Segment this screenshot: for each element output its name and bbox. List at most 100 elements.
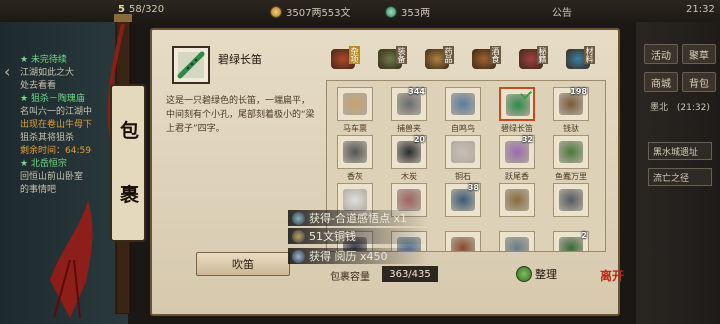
copper-coin-icon — [292, 229, 305, 243]
clock-value: 21:32 — [686, 4, 715, 15]
selected-item-description: 这是一只碧绿色的长笛，一端扁平，中间刻有个小孔，尾部刻着极小的“梁上君子”四字。 — [166, 96, 315, 134]
item-count: 20 — [413, 135, 425, 144]
item-slot[interactable]: 198 — [553, 87, 589, 121]
item-slot[interactable] — [499, 231, 535, 251]
item-name: 马车票 — [343, 124, 367, 133]
item-slot[interactable] — [445, 231, 481, 251]
item-slot[interactable]: 2 — [553, 231, 589, 251]
sort-label: 整理 — [535, 268, 557, 281]
reward-notice-text: 获得-合道感悟点 x1 — [309, 212, 407, 225]
charm-icon — [397, 189, 421, 211]
item-slot[interactable] — [337, 135, 373, 169]
tab-5[interactable]: 材料 — [561, 44, 595, 74]
task-item-1[interactable]: 流亡之径 — [648, 168, 712, 186]
item-count: 344 — [408, 87, 425, 96]
bag-button[interactable]: 背包 — [682, 72, 716, 92]
sort-button[interactable]: 整理 — [516, 264, 566, 284]
play-flute-label: 吹笛 — [232, 258, 254, 271]
incense-tail-icon — [505, 141, 529, 163]
tab-label: 杂项 — [349, 46, 360, 64]
gold-value: 353两 — [401, 8, 431, 19]
reward-notice: 获得 阅历 x450 — [288, 248, 428, 264]
tab-label: 材料 — [584, 46, 595, 64]
play-flute-button[interactable]: 吹笛 — [196, 252, 290, 276]
item-count: 2 — [581, 231, 587, 240]
task-item-0[interactable]: 黑水城遗址 — [648, 142, 712, 160]
silver-display: 3507两553文 — [270, 4, 351, 19]
item-slot[interactable] — [337, 87, 373, 121]
item-count: 32 — [521, 135, 533, 144]
collapse-arrow-icon[interactable]: ‹ — [4, 62, 10, 81]
gold-display: 353两 — [385, 4, 430, 19]
tab-1[interactable]: 装备 — [373, 44, 407, 74]
item-slot[interactable]: 38 — [445, 183, 481, 217]
activity-button[interactable]: 活动 — [644, 44, 678, 64]
item-slot[interactable] — [445, 135, 481, 169]
item-grid: 马车票 344 捕兽夹 自鸣鸟 碧绿长笛 198 钱驮 香灰 20 木炭 铜石 32 跃尾香 鱼蠹万里 38… — [326, 80, 606, 252]
cool-stone-icon — [505, 237, 529, 251]
item-name: 钱驮 — [563, 124, 579, 133]
task-label-0: 黑水城遗址 — [653, 147, 699, 158]
item-slot[interactable] — [499, 87, 535, 121]
item-slot[interactable] — [499, 183, 535, 217]
tab-label: 酒食 — [490, 46, 501, 64]
clock: 21:32 — [686, 4, 715, 15]
item-count: 38 — [467, 183, 479, 192]
item-slot[interactable] — [553, 183, 589, 217]
quest-log-line: 回恒山前山卧室 — [20, 172, 84, 182]
leave-stamp-button[interactable]: 离开 — [598, 270, 626, 300]
green-vase-icon — [559, 237, 583, 251]
shop-label: 商城 — [651, 78, 671, 90]
tab-label: 装备 — [396, 46, 407, 64]
bag-title-scroll: 包 裹 — [110, 84, 146, 242]
shop-button[interactable]: 商城 — [644, 72, 678, 92]
selected-item-icon-frame — [172, 46, 210, 84]
quest-log-line: 处去看看 — [20, 81, 57, 91]
item-name: 鱼蠹万里 — [555, 172, 587, 181]
fish-jar-icon — [559, 141, 583, 163]
item-name: 香灰 — [347, 172, 363, 181]
tab-0[interactable]: 杂项 — [326, 44, 360, 74]
item-name: 木炭 — [401, 172, 417, 181]
quest-log-line: 的事情吧 — [20, 185, 57, 195]
tab-label: 秘籍 — [537, 46, 548, 64]
songbird-icon — [451, 93, 475, 115]
incense-ash-icon — [343, 141, 367, 163]
reward-notice-text: 获得 阅历 x450 — [309, 250, 388, 263]
reward-notice: 51文铜钱 — [288, 228, 428, 244]
item-slot[interactable]: 32 — [499, 135, 535, 169]
beast-trap-icon — [397, 93, 421, 115]
silver-value: 3507两553文 — [286, 8, 351, 19]
bag-label: 背包 — [689, 78, 709, 90]
item-name: 铜石 — [455, 172, 471, 181]
tab-3[interactable]: 酒食 — [467, 44, 501, 74]
item-slot[interactable]: 20 — [391, 135, 427, 169]
money-hammer-icon — [559, 93, 583, 115]
iron-ore-icon — [559, 189, 583, 211]
item-slot[interactable] — [445, 87, 481, 121]
insight-orb-icon — [292, 211, 305, 225]
reward-notice-text: 51文铜钱 — [309, 230, 356, 243]
sort-icon — [516, 266, 532, 282]
notice-button[interactable]: 公告 — [552, 4, 572, 19]
item-slot[interactable] — [553, 135, 589, 169]
quest-log-line: 名叫六一的江湖中 — [20, 107, 93, 117]
item-name: 捕兽夹 — [397, 124, 421, 133]
quest-log-line: ★ 未完待续 — [20, 55, 67, 65]
item-name: 自鸣鸟 — [451, 124, 475, 133]
item-slot[interactable]: 344 — [391, 87, 427, 121]
bottle-icon — [343, 189, 367, 211]
herb-icon — [451, 237, 475, 251]
item-name: 碧绿长笛 — [501, 124, 533, 133]
gold-ingot-icon — [385, 5, 397, 18]
tab-4[interactable]: 秘籍 — [514, 44, 548, 74]
location-time: (21:32) — [676, 103, 710, 113]
tab-2[interactable]: 药品 — [420, 44, 454, 74]
gather-button[interactable]: 聚草 — [682, 44, 716, 64]
bag-title-char-1: 裹 — [120, 184, 140, 206]
carriage-ticket-icon — [343, 93, 367, 115]
green-flute-icon — [177, 51, 205, 79]
charcoal-icon — [397, 141, 421, 163]
quest-log-line: 出现在卷山牛母下 — [20, 120, 93, 130]
tassel-icon — [50, 200, 93, 319]
